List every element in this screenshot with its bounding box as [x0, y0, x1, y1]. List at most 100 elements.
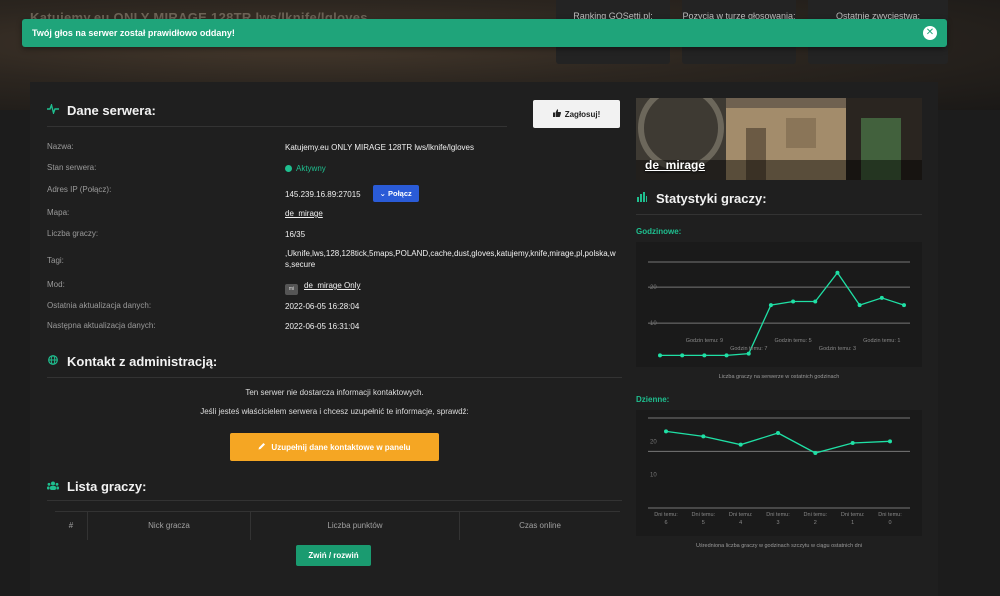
map-link[interactable]: de_mirage — [285, 208, 620, 219]
x-tick-label: Dni temu: — [729, 512, 753, 518]
data-point — [776, 431, 780, 435]
data-point — [738, 442, 743, 447]
players-title: Lista graczy: — [67, 479, 147, 494]
data-point — [658, 353, 662, 358]
pulse-icon — [47, 102, 59, 117]
hourly-chart-box: 10 20 Godzin temu: 9 Godzin temu: 7 Godzin t… — [636, 242, 922, 367]
close-icon[interactable]: ✕ — [923, 26, 937, 40]
thumbs-up-icon — [552, 109, 561, 119]
users-icon — [47, 481, 59, 493]
x-tick-label-value: 5 — [702, 520, 705, 526]
column-header-points: Liczba punktów — [251, 512, 460, 540]
x-tick-label-value: 1 — [851, 520, 854, 526]
x-tick-label-value: 2 — [814, 520, 817, 526]
y-tick-label: 10 — [650, 473, 657, 479]
contact-divider — [47, 377, 622, 378]
data-point — [813, 299, 818, 304]
toggle-list-button[interactable]: Zwiń / rozwiń — [296, 545, 371, 566]
contact-info-line2: Jeśli jesteś właścicielem serwera i chce… — [200, 407, 469, 416]
data-point — [879, 295, 884, 300]
x-tick-label: Dni temu: — [804, 512, 828, 518]
contact-info-line1: Ten serwer nie dostarcza informacji kont… — [245, 388, 424, 397]
stats-title: Statystyki graczy: — [656, 191, 767, 206]
daily-label: Dzienne: — [636, 395, 670, 404]
daily-caption: Uśredniona liczba graczy w godzinach szc… — [696, 543, 862, 549]
x-tick-label-value: 6 — [664, 520, 667, 526]
x-tick-label-value: 0 — [888, 520, 891, 526]
row-tags-value: ,Uknife,lws,128,128tick,5maps,POLAND,cac… — [285, 249, 616, 269]
row-players-value: 16/35 — [285, 230, 306, 239]
data-point — [835, 270, 840, 275]
server-panel: Dane serwera: Zagłosuj! Nazwa: Katujemy.… — [30, 82, 938, 596]
y-tick-label: 20 — [650, 285, 657, 291]
row-name-value: Katujemy.eu ONLY MIRAGE 128TR lws/lknife… — [285, 143, 474, 152]
vote-success-alert: Twój głos na serwer został prawidłowo od… — [22, 19, 947, 47]
mod-link[interactable]: de_mirage Only — [304, 281, 360, 290]
row-ip-label: Adres IP (Połącz): — [47, 185, 112, 194]
players-divider — [47, 500, 622, 501]
vote-button-label: Zagłosuj! — [564, 109, 601, 119]
row-status-label: Stan serwera: — [47, 163, 97, 172]
row-last-update-value: 2022-06-05 16:28:04 — [285, 302, 360, 311]
data-point — [888, 439, 892, 444]
x-tick-label: Dni temu: — [692, 512, 716, 518]
fill-contact-button[interactable]: Uzupełnij dane kontaktowe w panelu — [230, 433, 439, 461]
connect-button[interactable]: ⌄ Połącz — [372, 185, 419, 202]
column-header-time: Czas online — [519, 521, 561, 530]
server-data-heading: Dane serwera: — [47, 102, 156, 118]
contact-title: Kontakt z administracją: — [67, 354, 218, 369]
daily-chart: 10 2 0 Dni temu: 6 Dni temu: 5 Dni temu: 4 Dni te… — [648, 417, 910, 526]
row-mod-value: mi de_mirage Only — [285, 280, 620, 295]
ip-address: 145.239.16.89:27015 — [285, 190, 361, 199]
x-tick-label-value: 3 — [776, 520, 779, 526]
data-point — [746, 351, 751, 356]
x-tick-label: Godzin temu: 5 — [774, 338, 811, 344]
connect-icon: ⌄ — [379, 189, 389, 198]
x-tick-label-value: 4 — [739, 520, 742, 526]
row-name-label: Nazwa: — [47, 142, 74, 151]
data-point — [813, 451, 818, 455]
connect-label: Połącz — [388, 189, 412, 198]
alert-message: Twój głos na serwer został prawidłowo od… — [32, 28, 235, 38]
hourly-caption: Liczba graczy na serwerze w ostatnich go… — [718, 374, 840, 380]
map-card-name[interactable]: de_mirage — [645, 158, 705, 172]
row-status-value: Aktywny — [285, 163, 620, 174]
row-map-label: Mapa: — [47, 208, 70, 217]
row-last-update-label: Ostatnia aktualizacja danych: — [47, 301, 152, 310]
data-point — [664, 429, 668, 434]
hourly-label: Godzinowe: — [636, 227, 682, 236]
row-next-update-label: Następna aktualizacja danych: — [47, 321, 156, 330]
map-preview[interactable]: de_mirage — [636, 98, 922, 180]
data-point — [902, 303, 906, 308]
hourly-chart: 10 20 Godzin temu: 9 Godzin temu: 7 Godzin t… — [648, 261, 910, 358]
data-point — [850, 441, 855, 445]
x-tick-label: Godzin temu: 9 — [686, 338, 723, 344]
y-tick-label: 10 — [650, 321, 657, 327]
data-point — [724, 353, 729, 358]
x-tick-label: Dni temu: — [654, 512, 678, 518]
data-point — [680, 353, 685, 358]
edit-icon — [258, 442, 266, 452]
daily-chart-box: 10 2 0 Dni temu: 6 Dni temu: 5 Dni temu: 4 Dni te… — [636, 410, 922, 536]
players-table: # Nick gracza Liczba punktów Czas online — [55, 511, 620, 540]
x-tick-label: Godzin temu: 7 — [730, 346, 767, 352]
row-mod-label: Mod: — [47, 280, 65, 289]
data-point — [701, 434, 706, 439]
x-tick-label: Dni temu: — [841, 512, 865, 518]
row-players-label: Liczba graczy: — [47, 229, 99, 238]
status-dot-icon — [285, 165, 292, 172]
row-ip-value: 145.239.16.89:27015 ⌄ Połącz — [285, 185, 620, 202]
x-tick-label: Dni temu: — [878, 512, 902, 518]
server-data-title: Dane serwera: — [67, 103, 156, 118]
data-point — [702, 353, 707, 358]
data-point — [791, 299, 796, 304]
globe-icon — [47, 355, 59, 368]
row-tags-label: Tagi: — [47, 256, 64, 265]
data-point — [857, 303, 862, 308]
x-tick-label: Godzin temu: 1 — [863, 338, 900, 344]
status-text: Aktywny — [296, 164, 326, 173]
mod-icon: mi — [285, 284, 298, 295]
column-header-nick: Nick gracza — [88, 512, 251, 540]
column-header-index: # — [55, 512, 88, 540]
vote-button[interactable]: Zagłosuj! — [533, 100, 620, 128]
